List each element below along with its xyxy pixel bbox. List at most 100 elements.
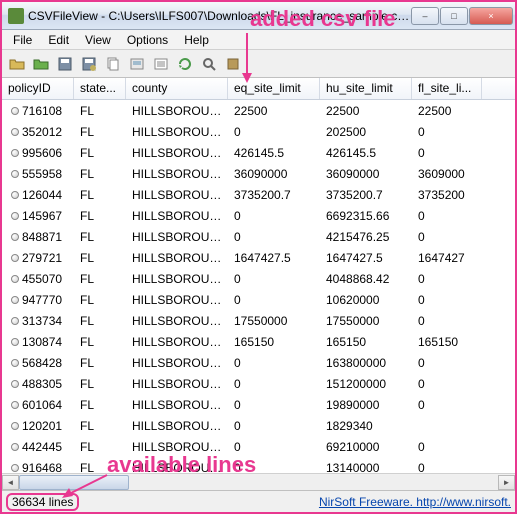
row-bullet-icon [8, 128, 22, 136]
cell-fl: 0 [412, 270, 482, 288]
cell-county: HILLSBOROUG... [126, 165, 228, 183]
cell-hu: 3735200.7 [320, 186, 412, 204]
horizontal-scrollbar[interactable]: ◄ ► [2, 473, 515, 490]
cell-state: FL [74, 207, 126, 225]
copy-icon[interactable] [102, 53, 124, 75]
menu-help[interactable]: Help [177, 31, 216, 49]
scroll-thumb[interactable] [19, 475, 129, 490]
table-row[interactable]: 455070FLHILLSBOROUG...04048868.420 [2, 268, 515, 289]
cell-policyid: 488305 [2, 375, 74, 393]
advanced-icon[interactable] [126, 53, 148, 75]
save-settings-icon[interactable] [78, 53, 100, 75]
cell-state: FL [74, 165, 126, 183]
cell-county: HILLSBOROUG... [126, 123, 228, 141]
row-bullet-icon [8, 296, 22, 304]
row-bullet-icon [8, 107, 22, 115]
cell-county: HILLSBOROUG... [126, 291, 228, 309]
refresh-icon[interactable] [174, 53, 196, 75]
table-row[interactable]: 995606FLHILLSBOROUG...426145.5426145.50 [2, 142, 515, 163]
cell-fl: 0 [412, 207, 482, 225]
cell-eq: 0 [228, 123, 320, 141]
cell-state: FL [74, 102, 126, 120]
maximize-button[interactable]: □ [440, 7, 468, 25]
scroll-track[interactable] [19, 475, 498, 490]
save-icon[interactable] [54, 53, 76, 75]
cell-hu: 10620000 [320, 291, 412, 309]
column-headers: policyID state... county eq_site_limit h… [2, 78, 515, 100]
header-policyid[interactable]: policyID [2, 78, 74, 99]
cell-county: HILLSBOROUG... [126, 333, 228, 351]
cell-state: FL [74, 438, 126, 456]
table-row[interactable]: 568428FLHILLSBOROUG...01638000000 [2, 352, 515, 373]
cell-eq: 0 [228, 438, 320, 456]
cell-fl: 165150 [412, 333, 482, 351]
about-icon[interactable] [222, 53, 244, 75]
titlebar[interactable]: CSVFileView - C:\Users\ILFS007\Downloads… [2, 2, 515, 30]
table-row[interactable]: 947770FLHILLSBOROUG...0106200000 [2, 289, 515, 310]
cell-eq: 0 [228, 228, 320, 246]
menu-view[interactable]: View [78, 31, 118, 49]
cell-fl: 0 [412, 144, 482, 162]
row-bullet-icon [8, 254, 22, 262]
menu-file[interactable]: File [6, 31, 39, 49]
cell-hu: 4048868.42 [320, 270, 412, 288]
cell-policyid: 145967 [2, 207, 74, 225]
properties-icon[interactable] [150, 53, 172, 75]
cell-policyid: 313734 [2, 312, 74, 330]
cell-eq: 0 [228, 207, 320, 225]
menu-options[interactable]: Options [120, 31, 175, 49]
menu-edit[interactable]: Edit [41, 31, 76, 49]
minimize-button[interactable]: – [411, 7, 439, 25]
header-statecode[interactable]: state... [74, 78, 126, 99]
table-row[interactable]: 848871FLHILLSBOROUG...04215476.250 [2, 226, 515, 247]
find-icon[interactable] [198, 53, 220, 75]
row-bullet-icon [8, 380, 22, 388]
cell-hu: 19890000 [320, 396, 412, 414]
listview: policyID state... county eq_site_limit h… [2, 78, 515, 490]
app-icon [8, 8, 24, 24]
cell-hu: 1829340 [320, 417, 412, 435]
table-row[interactable]: 352012FLHILLSBOROUG...02025000 [2, 121, 515, 142]
table-row[interactable]: 916468FLHILLSBOROUG...0131400000 [2, 457, 515, 473]
cell-policyid: 601064 [2, 396, 74, 414]
cell-hu: 151200000 [320, 375, 412, 393]
header-eq-site-limit[interactable]: eq_site_limit [228, 78, 320, 99]
table-row[interactable]: 130874FLHILLSBOROUG...165150165150165150 [2, 331, 515, 352]
header-county[interactable]: county [126, 78, 228, 99]
table-row[interactable]: 601064FLHILLSBOROUG...0198900000 [2, 394, 515, 415]
table-row[interactable]: 145967FLHILLSBOROUG...06692315.660 [2, 205, 515, 226]
header-hu-site-limit[interactable]: hu_site_limit [320, 78, 412, 99]
cell-county: HILLSBOROUG... [126, 375, 228, 393]
table-row[interactable]: 279721FLHILLSBOROUG...1647427.51647427.5… [2, 247, 515, 268]
cell-fl: 0 [412, 312, 482, 330]
table-row[interactable]: 555958FLHILLSBOROUG...360900003609000036… [2, 163, 515, 184]
open-icon[interactable] [6, 53, 28, 75]
cell-state: FL [74, 186, 126, 204]
table-row[interactable]: 716108FLHILLSBOROUG...225002250022500 [2, 100, 515, 121]
folder-open-icon[interactable] [30, 53, 52, 75]
cell-eq: 3735200.7 [228, 186, 320, 204]
table-row[interactable]: 120201FLHILLSBOROUG...01829340 [2, 415, 515, 436]
cell-state: FL [74, 417, 126, 435]
cell-county: HILLSBOROUG... [126, 417, 228, 435]
close-button[interactable]: × [469, 7, 513, 25]
table-row[interactable]: 488305FLHILLSBOROUG...01512000000 [2, 373, 515, 394]
cell-fl: 0 [412, 459, 482, 474]
scroll-right-icon[interactable]: ► [498, 475, 515, 490]
table-row[interactable]: 442445FLHILLSBOROUG...0692100000 [2, 436, 515, 457]
nirsoft-link[interactable]: NirSoft Freeware. http://www.nirsoft. [319, 495, 511, 509]
cell-hu: 165150 [320, 333, 412, 351]
table-row[interactable]: 126044FLHILLSBOROUG...3735200.73735200.7… [2, 184, 515, 205]
row-bullet-icon [8, 149, 22, 157]
scroll-left-icon[interactable]: ◄ [2, 475, 19, 490]
cell-county: HILLSBOROUG... [126, 312, 228, 330]
menubar: File Edit View Options Help [2, 30, 515, 50]
cell-policyid: 126044 [2, 186, 74, 204]
cell-policyid: 120201 [2, 417, 74, 435]
table-row[interactable]: 313734FLHILLSBOROUG...17550000175500000 [2, 310, 515, 331]
row-bullet-icon [8, 212, 22, 220]
header-fl-site-limit[interactable]: fl_site_li... [412, 78, 482, 99]
cell-eq: 0 [228, 417, 320, 435]
cell-county: HILLSBOROUG... [126, 228, 228, 246]
cell-eq: 1647427.5 [228, 249, 320, 267]
